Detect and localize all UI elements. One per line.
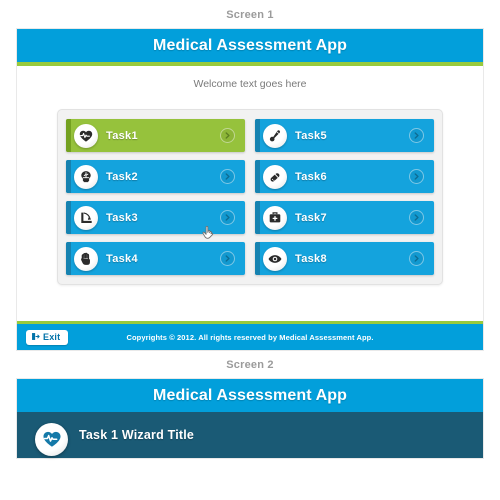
screen-1-body: Welcome text goes here Task1 Task2 Task3… [17, 66, 483, 321]
exit-button-label: Exit [43, 332, 61, 342]
chevron-right-icon[interactable] [220, 251, 235, 266]
chevron-right-icon[interactable] [220, 169, 235, 184]
brain-icon [74, 164, 98, 189]
task-label: Task7 [295, 211, 327, 224]
pill-capsule-icon [263, 164, 287, 189]
chevron-right-icon[interactable] [409, 251, 424, 266]
page-root: Screen 1 Medical Assessment App Welcome … [0, 0, 500, 500]
exit-button[interactable]: Exit [26, 328, 69, 346]
screen-2-app-title: Medical Assessment App [153, 386, 347, 404]
screen-1-footer: Exit Copyrights © 2012. All rights reser… [17, 324, 483, 350]
screen-1-app-window: Medical Assessment App Welcome text goes… [17, 29, 483, 350]
thermometer-icon [263, 123, 287, 148]
wizard-title: Task 1 Wizard Title [79, 428, 195, 442]
screen-2-wizard-band: Task 1 Wizard Title [17, 412, 483, 458]
chevron-right-icon[interactable] [409, 210, 424, 225]
screen-2-app-window: Medical Assessment App Task 1 Wizard Tit… [17, 379, 483, 458]
task-label: Task5 [295, 129, 327, 142]
chevron-right-icon[interactable] [409, 128, 424, 143]
chevron-right-icon[interactable] [220, 128, 235, 143]
tasks-card: Task1 Task2 Task3 Task4 Task5 Task6 Task… [57, 109, 443, 285]
screen-2-header: Medical Assessment App [17, 379, 483, 412]
task-label: Task3 [106, 211, 138, 224]
task-label: Task6 [295, 170, 327, 183]
task-item-task7[interactable]: Task7 [255, 201, 434, 234]
screen-1-app-title: Medical Assessment App [153, 36, 347, 54]
chevron-right-icon[interactable] [409, 169, 424, 184]
screen-1-caption: Screen 1 [226, 9, 274, 21]
welcome-text: Welcome text goes here [193, 78, 307, 90]
tasks-column-left: Task1 Task2 Task3 Task4 [66, 119, 245, 275]
task-item-task4[interactable]: Task4 [66, 242, 245, 275]
task-item-task8[interactable]: Task8 [255, 242, 434, 275]
task-item-task6[interactable]: Task6 [255, 160, 434, 193]
task-label: Task4 [106, 252, 138, 265]
task-item-task2[interactable]: Task2 [66, 160, 245, 193]
exit-door-icon [31, 328, 40, 346]
task-label: Task2 [106, 170, 138, 183]
task-item-task3[interactable]: Task3 [66, 201, 245, 234]
task-item-task5[interactable]: Task5 [255, 119, 434, 152]
tasks-column-right: Task5 Task6 Task7 Task8 [255, 119, 434, 275]
task-label: Task1 [106, 129, 138, 142]
screen-1-header: Medical Assessment App [17, 29, 483, 62]
chevron-right-icon[interactable] [220, 210, 235, 225]
angle-ruler-icon [74, 205, 98, 230]
heart-pulse-icon [35, 422, 68, 456]
medical-bag-icon [263, 205, 287, 230]
hand-icon [74, 246, 98, 271]
task-label: Task8 [295, 252, 327, 265]
screen-2-caption: Screen 2 [226, 359, 274, 371]
heart-pulse-icon [74, 123, 98, 148]
copyright-text: Copyrights © 2012. All rights reserved b… [126, 332, 374, 342]
eye-icon [263, 246, 287, 271]
task-item-task1[interactable]: Task1 [66, 119, 245, 152]
